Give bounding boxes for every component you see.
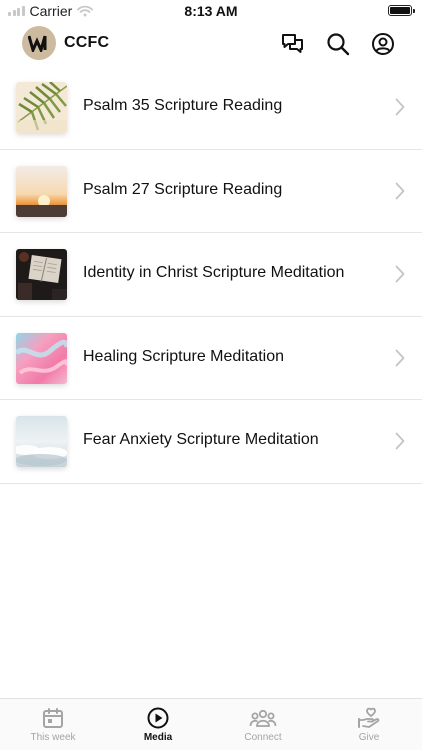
tab-media[interactable]: Media <box>118 707 198 743</box>
search-icon <box>327 33 350 56</box>
tab-label: This week <box>30 732 76 743</box>
media-item-healing[interactable]: Healing Scripture Meditation <box>0 317 422 400</box>
tab-connect[interactable]: Connect <box>223 707 303 743</box>
thumbnail-sunset <box>16 165 67 217</box>
app-header: CCFC <box>0 24 422 64</box>
tab-bar: This week Media Connect Give <box>0 698 422 750</box>
chevron-right-icon <box>395 98 405 116</box>
tab-label: Connect <box>244 732 282 743</box>
app-title: CCFC <box>64 34 110 51</box>
media-item-psalm-27[interactable]: Psalm 27 Scripture Reading <box>0 150 422 233</box>
heart-hand-icon <box>358 707 380 728</box>
chevron-right-icon <box>395 432 405 450</box>
logo-mark-icon <box>28 35 47 52</box>
media-item-psalm-35[interactable]: Psalm 35 Scripture Reading <box>0 66 422 150</box>
profile-icon <box>372 33 394 55</box>
tab-give[interactable]: Give <box>329 707 409 743</box>
tab-label: Give <box>358 732 380 743</box>
chevron-right-icon <box>395 265 405 283</box>
search-button[interactable] <box>326 32 350 56</box>
media-item-identity-in-christ[interactable]: Identity in Christ Scripture Meditation <box>0 233 422 317</box>
chat-icon <box>282 34 303 53</box>
media-item-title: Psalm 35 Scripture Reading <box>83 97 283 114</box>
battery-icon <box>388 5 415 16</box>
tab-label: Media <box>143 732 173 743</box>
thumbnail-pastel-paint <box>16 332 67 384</box>
status-bar: Carrier 8:13 AM <box>0 0 422 22</box>
calendar-icon <box>43 708 63 728</box>
profile-button[interactable] <box>371 32 395 56</box>
thumbnail-palm-leaves <box>16 82 67 133</box>
app-logo[interactable] <box>22 26 56 60</box>
chevron-right-icon <box>395 349 405 366</box>
media-item-title: Psalm 27 Scripture Reading <box>83 180 283 198</box>
thumbnail-open-bible <box>16 249 67 300</box>
tab-this-week[interactable]: This week <box>13 707 93 743</box>
play-circle-icon <box>147 707 169 729</box>
media-item-title: Identity in Christ Scripture Meditation <box>83 264 345 281</box>
status-time: 8:13 AM <box>184 3 238 19</box>
media-item-title: Fear Anxiety Scripture Meditation <box>83 431 319 448</box>
media-item-fear-anxiety[interactable]: Fear Anxiety Scripture Meditation <box>0 400 422 484</box>
media-item-title: Healing Scripture Meditation <box>83 347 284 365</box>
chat-button[interactable] <box>281 32 305 56</box>
thumbnail-clouds <box>16 416 67 467</box>
people-icon <box>249 709 277 727</box>
chevron-right-icon <box>395 182 405 199</box>
media-list: Psalm 35 Scripture Reading Psalm 27 Scri… <box>0 66 422 484</box>
